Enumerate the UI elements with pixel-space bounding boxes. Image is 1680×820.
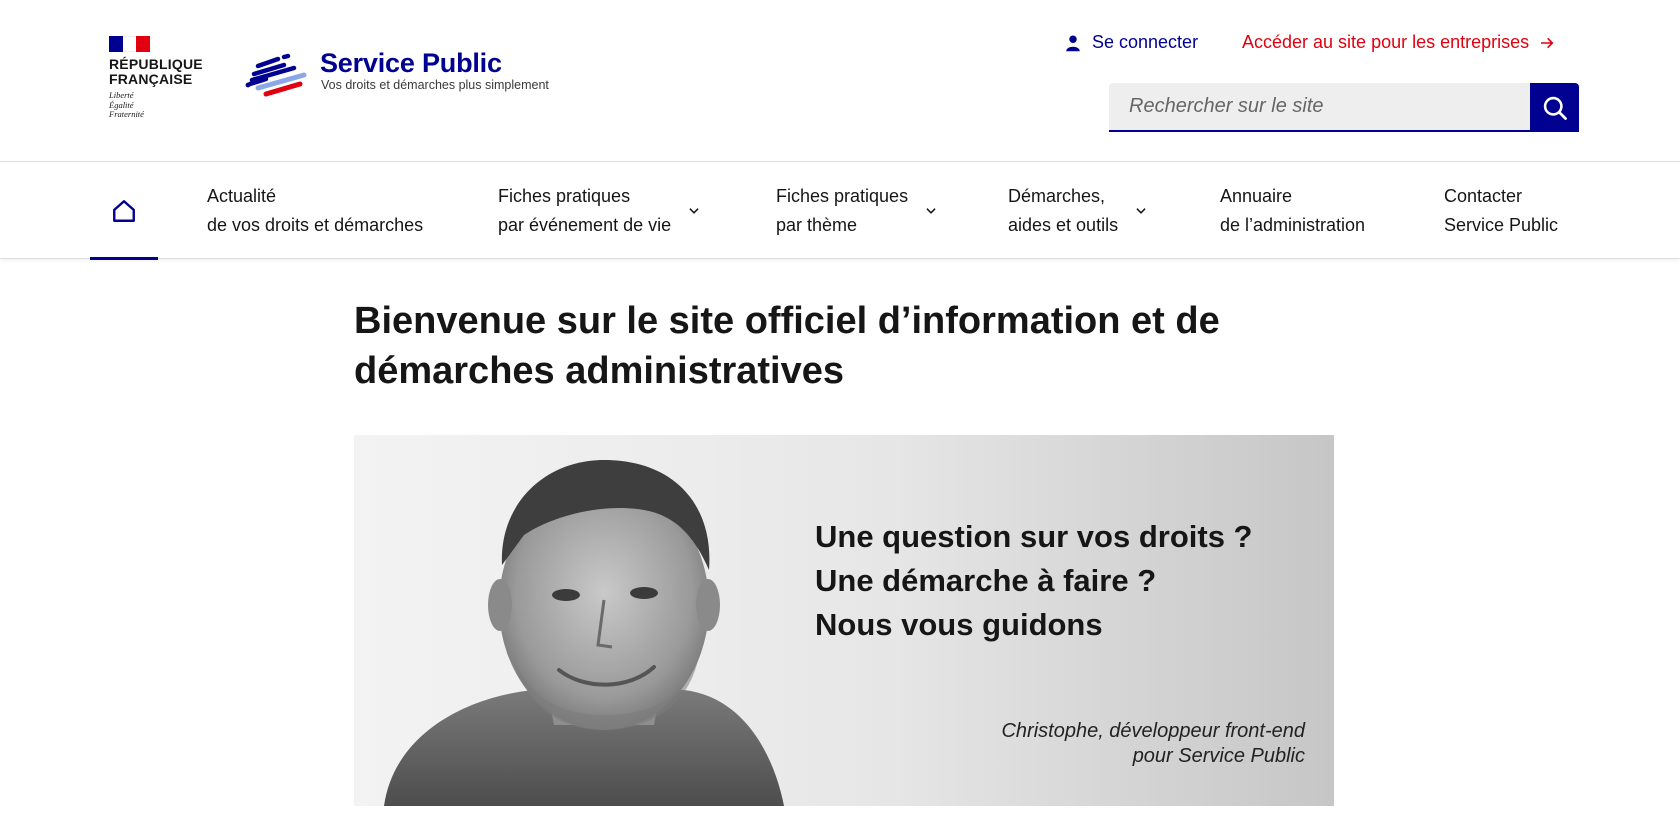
- hero-question-line: Une démarche à faire ?: [815, 563, 1157, 598]
- republique-francaise-logo[interactable]: RÉPUBLIQUE FRANÇAISE Liberté Égalité Fra…: [109, 36, 219, 120]
- nav-item-line1: Actualité: [207, 186, 277, 206]
- nav-home[interactable]: [90, 163, 158, 260]
- nav-item-line1: Fiches pratiques: [776, 186, 909, 206]
- arrow-right-icon: [1541, 37, 1554, 48]
- entreprises-link[interactable]: Accéder au site pour les entreprises: [1242, 32, 1555, 53]
- hero-banner: Une question sur vos droits ? Une démarc…: [354, 435, 1334, 806]
- devise-fraternite: Fraternité: [109, 109, 144, 119]
- search-input[interactable]: [1109, 83, 1530, 132]
- nav-item-line2: de vos droits et démarches: [207, 215, 424, 235]
- nav-item-fiches-evenement[interactable]: Fiches pratiques par événement de vie: [498, 163, 701, 259]
- nav-item-actualite[interactable]: Actualité de vos droits et démarches: [207, 163, 423, 259]
- hero-credit: Christophe, développeur front-end pour S…: [1001, 719, 1305, 769]
- hero-question: Une question sur vos droits ? Une démarc…: [815, 515, 1253, 647]
- hero-question-line: Nous vous guidons: [815, 607, 1103, 642]
- user-icon: [1066, 35, 1080, 51]
- nav-item-line2: Service Public: [1444, 215, 1559, 235]
- chevron-down-icon: [926, 208, 936, 214]
- page-title: Bienvenue sur le site officiel d’informa…: [354, 300, 1220, 392]
- nav-item-annuaire[interactable]: Annuaire de l’administration: [1220, 163, 1365, 259]
- nav-item-line2: aides et outils: [1008, 215, 1119, 235]
- search-icon: [1543, 96, 1567, 120]
- nav-item-line1: Fiches pratiques: [498, 186, 631, 206]
- republique-line-1: RÉPUBLIQUE: [109, 56, 203, 72]
- hero-question-line: Une question sur vos droits ?: [815, 519, 1253, 554]
- brand-subtitle: Vos droits et démarches plus simplement: [321, 78, 549, 92]
- nav-item-line1: Annuaire: [1220, 186, 1293, 206]
- nav-item-line2: par thème: [776, 215, 858, 235]
- login-link[interactable]: Se connecter: [1064, 32, 1198, 53]
- portrait-image: [384, 460, 784, 806]
- hero-credit-line: pour Service Public: [1132, 745, 1305, 767]
- brand-title[interactable]: Service Public: [320, 48, 502, 79]
- chevron-down-icon: [689, 208, 699, 214]
- chevron-down-icon: [1136, 208, 1146, 214]
- nav-item-line1: Contacter: [1444, 186, 1523, 206]
- hero-credit-line: Christophe, développeur front-end: [1001, 720, 1305, 742]
- nav-item-demarches[interactable]: Démarches, aides et outils: [1008, 163, 1148, 259]
- nav-item-line1: Démarches,: [1008, 186, 1106, 206]
- nav-item-line2: de l’administration: [1220, 215, 1366, 235]
- service-public-logo-icon[interactable]: [244, 50, 312, 100]
- marianne-flag-icon: [109, 36, 151, 52]
- search-button[interactable]: [1530, 83, 1579, 132]
- home-icon: [113, 200, 135, 222]
- republique-line-2: FRANÇAISE: [109, 71, 193, 87]
- main-navigation: Actualité de vos droits et démarches Fic…: [0, 163, 1680, 260]
- login-label: Se connecter: [1092, 32, 1199, 52]
- nav-item-contacter[interactable]: Contacter Service Public: [1444, 163, 1558, 259]
- nav-item-line2: par événement de vie: [498, 215, 672, 235]
- search-bar: [1109, 83, 1579, 132]
- site-header: RÉPUBLIQUE FRANÇAISE Liberté Égalité Fra…: [0, 0, 1680, 162]
- nav-item-fiches-theme[interactable]: Fiches pratiques par thème: [776, 163, 938, 259]
- entreprises-label: Accéder au site pour les entreprises: [1242, 32, 1530, 52]
